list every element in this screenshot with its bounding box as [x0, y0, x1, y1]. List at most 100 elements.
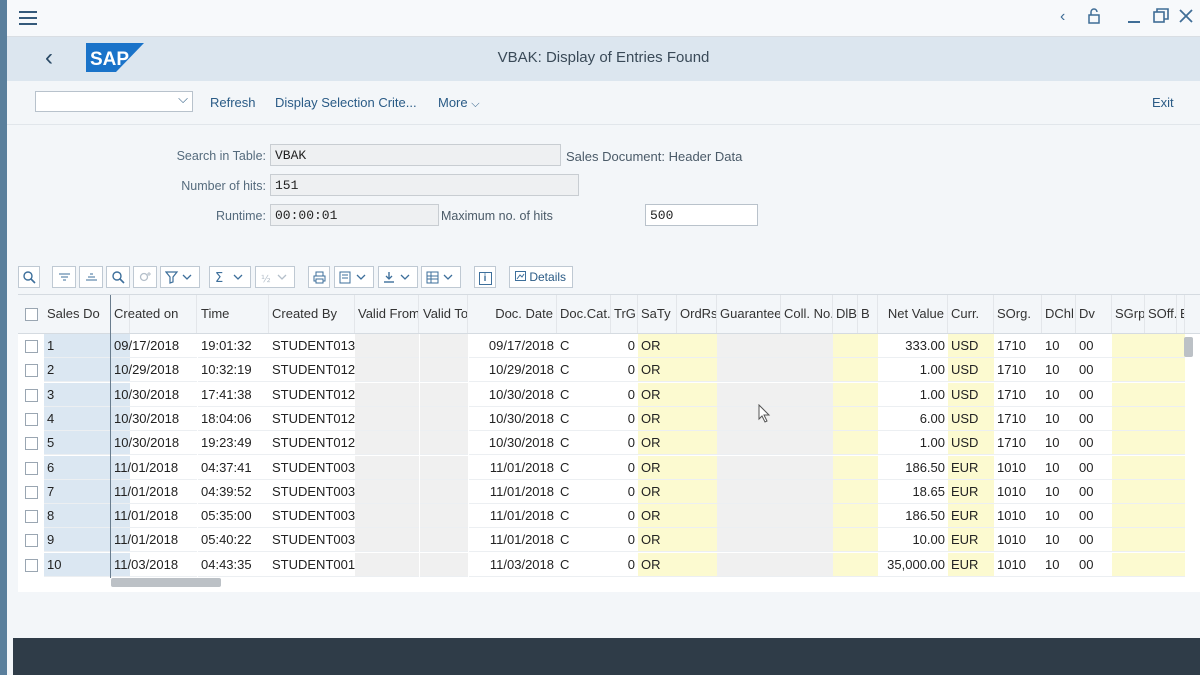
cell-net-value[interactable]: 1.00	[878, 358, 948, 383]
sort-descending-icon[interactable]	[79, 266, 103, 288]
row-select-checkbox[interactable]	[25, 340, 38, 353]
sort-ascending-icon[interactable]	[52, 266, 76, 288]
cell-doc-date[interactable]: 11/01/2018	[469, 528, 557, 553]
cell-created-by[interactable]: STUDENT012	[269, 383, 355, 407]
cell-sgrp[interactable]	[1112, 334, 1145, 358]
row-select-checkbox[interactable]	[25, 534, 38, 548]
cell-dv[interactable]: 00	[1076, 456, 1112, 480]
cell-doc-cat[interactable]: C	[557, 553, 611, 577]
column-header-time[interactable]: Time	[198, 295, 269, 333]
cell-guarantee[interactable]	[717, 431, 781, 456]
cell-coll-no[interactable]	[781, 406, 833, 431]
cell-trg[interactable]: 0	[611, 431, 638, 456]
cell-sorg[interactable]: 1710	[994, 334, 1042, 358]
cell-created-on[interactable]: 11/03/2018	[111, 553, 197, 577]
exit-button[interactable]: Exit	[1152, 95, 1174, 110]
cell-soff[interactable]	[1145, 504, 1177, 529]
cell-net-value[interactable]: 1.00	[878, 431, 948, 456]
cell-b[interactable]	[858, 504, 878, 529]
column-header-trg[interactable]: TrG	[611, 295, 638, 333]
menu-icon[interactable]	[19, 11, 37, 25]
cell-created-by[interactable]: STUDENT012	[269, 358, 355, 383]
cell-soff[interactable]	[1145, 455, 1177, 480]
cell-created-by[interactable]: STUDENT003	[269, 504, 355, 529]
more-button[interactable]: More ⌵	[438, 95, 480, 111]
table-row[interactable]: 9 11/01/2018 05:40:22 STUDENT003 11/01/2018 C…	[18, 528, 1200, 553]
cell-valid-from[interactable]	[355, 455, 419, 480]
cell-ordrs[interactable]	[677, 431, 717, 456]
cell-guarantee[interactable]	[717, 528, 781, 553]
cell-saty[interactable]: OR	[638, 479, 677, 504]
column-header-sgrp[interactable]: SGrp	[1112, 295, 1145, 333]
export-icon[interactable]	[378, 266, 418, 288]
column-header-guarantee[interactable]: Guarantee	[717, 295, 781, 333]
column-header-doc-date[interactable]: Doc. Date	[469, 295, 557, 333]
cell-dlbl[interactable]	[833, 504, 858, 529]
cell-curr[interactable]: USD	[948, 334, 994, 358]
cell-trg[interactable]: 0	[611, 553, 638, 577]
cell-created-on[interactable]: 10/30/2018	[111, 383, 197, 407]
cell-net-value[interactable]: 18.65	[878, 480, 948, 504]
cell-time[interactable]: 18:04:06	[198, 407, 269, 431]
table-row[interactable]: 1 09/17/2018 19:01:32 STUDENT013 09/17/2018 C…	[18, 334, 1200, 358]
cell-saty[interactable]: OR	[638, 552, 677, 577]
cell-coll-no[interactable]	[781, 504, 833, 529]
select-all-checkbox[interactable]	[25, 308, 38, 321]
column-header-dlbl[interactable]: DlBl	[833, 295, 858, 333]
table-row[interactable]: 3 10/30/2018 17:41:38 STUDENT012 10/30/2018 C…	[18, 382, 1200, 407]
cell-created-on[interactable]: 11/01/2018	[111, 480, 197, 504]
cell-doc-cat[interactable]: C	[557, 504, 611, 529]
cell-net-value[interactable]: 186.50	[878, 504, 948, 529]
cell-b[interactable]	[858, 479, 878, 504]
cell-created-on[interactable]: 11/01/2018	[111, 528, 197, 553]
table-row[interactable]: 8 11/01/2018 05:35:00 STUDENT003 11/01/2018 C…	[18, 504, 1200, 529]
cell-curr[interactable]: USD	[948, 358, 994, 383]
cell-guarantee[interactable]	[717, 552, 781, 577]
column-header-net-value[interactable]: Net Value	[878, 295, 948, 333]
cell-doc-cat[interactable]: C	[557, 407, 611, 431]
cell-created-by[interactable]: STUDENT013	[269, 334, 355, 358]
column-header-soff[interactable]: SOff.	[1145, 295, 1177, 333]
filter-icon[interactable]	[160, 266, 200, 288]
vertical-scrollbar[interactable]	[1184, 337, 1193, 357]
cell-coll-no[interactable]	[781, 479, 833, 504]
details-button[interactable]: Details	[509, 266, 573, 288]
row-select-checkbox[interactable]	[25, 510, 38, 524]
cell-b2[interactable]	[1177, 552, 1185, 577]
cell-trg[interactable]: 0	[611, 407, 638, 431]
cell-doc-date[interactable]: 11/01/2018	[469, 504, 557, 529]
cell-valid-from[interactable]	[355, 552, 419, 577]
row-select-checkbox[interactable]	[25, 558, 38, 572]
cell-created-on[interactable]: 10/30/2018	[111, 407, 197, 431]
cell-time[interactable]: 19:01:32	[198, 334, 269, 358]
cell-created-by[interactable]: STUDENT003	[269, 480, 355, 504]
cell-b2[interactable]	[1177, 504, 1185, 529]
cell-valid-to[interactable]	[420, 552, 468, 577]
cell-doc-date[interactable]: 10/30/2018	[469, 383, 557, 407]
cell-b2[interactable]	[1177, 358, 1185, 383]
column-header-created-on[interactable]: Created on	[111, 295, 197, 333]
cell-valid-from[interactable]	[355, 382, 419, 407]
cell-valid-to[interactable]	[420, 406, 468, 431]
cell-soff[interactable]	[1145, 552, 1177, 577]
column-header-saty[interactable]: SaTy	[638, 295, 677, 333]
cell-valid-to[interactable]	[420, 382, 468, 407]
cell-valid-from[interactable]	[355, 479, 419, 504]
cell-sgrp[interactable]	[1112, 455, 1145, 480]
cell-sgrp[interactable]	[1112, 358, 1145, 383]
cell-dlbl[interactable]	[833, 479, 858, 504]
layout-icon[interactable]	[421, 266, 461, 288]
cell-dv[interactable]: 00	[1076, 407, 1112, 431]
table-row[interactable]: 5 10/30/2018 19:23:49 STUDENT012 10/30/2018 C…	[18, 431, 1200, 456]
horizontal-scrollbar[interactable]	[111, 578, 221, 587]
cell-valid-from[interactable]	[355, 406, 419, 431]
cell-coll-no[interactable]	[781, 552, 833, 577]
cell-valid-from[interactable]	[355, 358, 419, 383]
cell-dv[interactable]: 00	[1076, 334, 1112, 358]
cell-dlbl[interactable]	[833, 528, 858, 553]
cell-valid-to[interactable]	[420, 479, 468, 504]
cell-valid-to[interactable]	[420, 431, 468, 456]
cell-time[interactable]: 04:43:35	[198, 553, 269, 577]
cell-net-value[interactable]: 6.00	[878, 407, 948, 431]
cell-ordrs[interactable]	[677, 382, 717, 407]
